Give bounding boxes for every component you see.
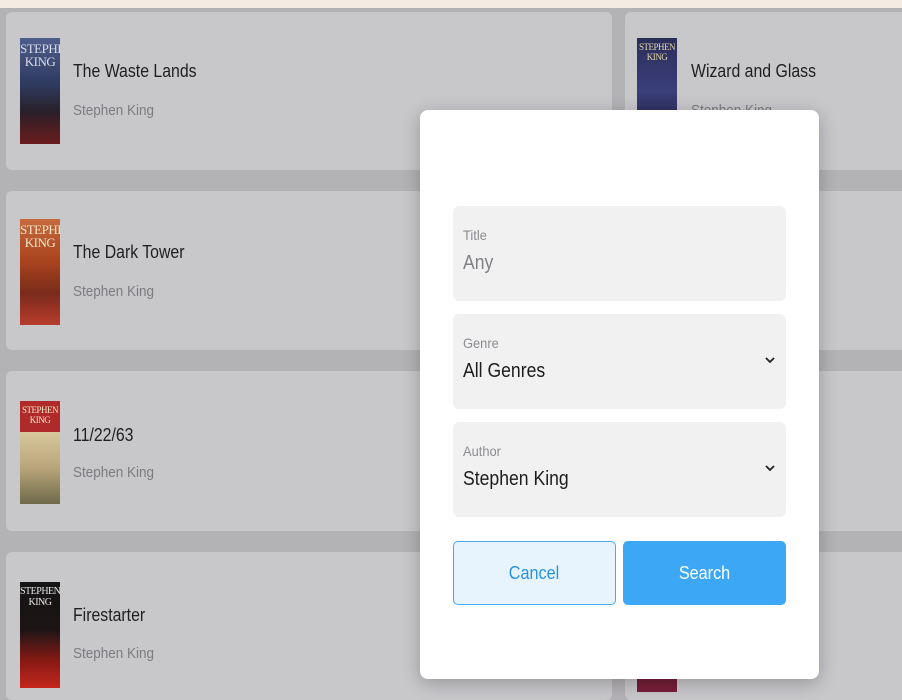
- cover-text: STEPHEN KING: [20, 586, 60, 608]
- cancel-button-label: Cancel: [509, 562, 560, 583]
- book-title: Firestarter: [73, 605, 146, 625]
- title-field-label: Title: [463, 227, 487, 243]
- cover-text: STEPHEN KING: [638, 42, 676, 62]
- book-author: Stephen King: [73, 464, 155, 481]
- chevron-down-icon: [765, 357, 775, 364]
- book-title: 11/22/63: [73, 425, 134, 445]
- chevron-down-icon: [765, 465, 775, 472]
- cover-text: STEPHEN KING: [20, 222, 60, 250]
- book-title: The Dark Tower: [73, 242, 185, 262]
- author-field-label: Author: [463, 443, 501, 459]
- book-author: Stephen King: [73, 645, 155, 662]
- genre-select[interactable]: Genre All Genres: [453, 314, 786, 409]
- book-title: Wizard and Glass: [691, 61, 817, 81]
- book-author: Stephen King: [73, 283, 155, 300]
- book-author: Stephen King: [73, 102, 155, 119]
- genre-field-label: Genre: [463, 335, 499, 351]
- cover-text: STEPHEN KING: [20, 41, 60, 69]
- cancel-button[interactable]: Cancel: [453, 541, 616, 605]
- title-field[interactable]: Title Any: [453, 206, 786, 301]
- book-cover-image: STEPHEN KING: [20, 582, 60, 688]
- search-dialog: Title Any Genre All Genres Author Stephe…: [420, 110, 819, 679]
- book-cover-image: STEPHEN KING: [20, 401, 60, 504]
- book-cover-image: STEPHEN KING: [20, 219, 60, 325]
- top-strip: [0, 0, 902, 8]
- search-button[interactable]: Search: [623, 541, 786, 605]
- search-button-label: Search: [678, 562, 731, 583]
- author-select[interactable]: Author Stephen King: [453, 422, 786, 517]
- title-input[interactable]: Any: [463, 252, 493, 275]
- book-cover-image: STEPHEN KING: [20, 38, 60, 144]
- author-selected-value: Stephen King: [463, 468, 569, 490]
- genre-selected-value: All Genres: [463, 360, 546, 382]
- cover-text: STEPHEN KING: [21, 405, 59, 425]
- book-title: The Waste Lands: [73, 61, 197, 81]
